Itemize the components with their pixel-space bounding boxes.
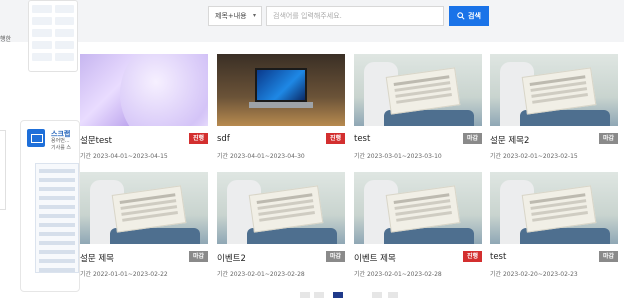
pagination-page-active[interactable]	[333, 292, 343, 298]
status-badge: 마감	[598, 133, 618, 144]
event-card[interactable]: sdf 진행 기간 2023-04-01~2023-04-30	[217, 54, 345, 172]
sidebar-edge	[0, 130, 6, 210]
card-period: 기간 2023-02-01~2023-02-28	[354, 271, 442, 278]
card-thumbnail[interactable]	[490, 172, 618, 244]
status-badge: 마감	[188, 251, 208, 262]
sidebar-calendar-widget	[28, 0, 78, 72]
card-period: 기간 2023-03-01~2023-03-10	[354, 153, 442, 160]
event-card[interactable]: test 마감 기간 2023-03-01~2023-03-10	[354, 54, 482, 172]
card-title[interactable]: 이벤트 제목	[354, 252, 396, 264]
pagination-prev[interactable]	[314, 292, 324, 298]
card-title[interactable]: test	[354, 134, 370, 144]
chevron-down-icon: ▾	[252, 12, 256, 19]
card-thumbnail[interactable]	[217, 54, 345, 126]
card-thumbnail[interactable]	[80, 172, 208, 244]
card-title[interactable]: 이벤트2	[217, 252, 246, 264]
card-thumbnail[interactable]	[490, 54, 618, 126]
card-period: 기간 2023-02-01~2023-02-15	[490, 153, 578, 160]
search-type-value: 제목+내용	[215, 12, 247, 20]
card-title[interactable]: 설문test	[80, 134, 112, 146]
search-button[interactable]: 검색	[449, 6, 489, 26]
card-title[interactable]: 설문 제목2	[490, 134, 529, 146]
card-period: 기간 2023-02-20~2023-02-23	[490, 271, 578, 278]
status-badge: 마감	[462, 133, 482, 144]
status-badge: 마감	[598, 251, 618, 262]
event-card[interactable]: test 마감 기간 2023-02-20~2023-02-23	[490, 172, 618, 290]
sidebar-scrap-sub-1: 용어번...	[51, 138, 70, 144]
card-title[interactable]: sdf	[217, 134, 230, 144]
search-input[interactable]	[266, 6, 444, 26]
pagination-next[interactable]	[372, 292, 382, 298]
status-badge: 진행	[462, 251, 482, 262]
status-badge: 진행	[325, 133, 345, 144]
sidebar-fragment-text: 행한	[0, 36, 12, 43]
search-button-label: 검색	[468, 13, 481, 20]
status-badge: 마감	[325, 251, 345, 262]
card-period: 기간 2022-01-01~2023-02-22	[80, 271, 168, 278]
status-badge: 진행	[188, 133, 208, 144]
sidebar-scrap-sub-2: 기사를 스	[51, 145, 71, 151]
search-icon	[457, 12, 465, 20]
card-thumbnail[interactable]	[354, 172, 482, 244]
sidebar-scrap-banner[interactable]: 스크랩 용어번... 기사를 스	[20, 120, 80, 292]
sidebar-scrap-preview	[35, 163, 79, 273]
event-card[interactable]: 이벤트2 마감 기간 2023-02-01~2023-02-28	[217, 172, 345, 290]
scrap-icon	[27, 129, 45, 147]
card-title[interactable]: test	[490, 252, 506, 262]
search-type-select[interactable]: 제목+내용 ▾	[208, 6, 262, 26]
card-thumbnail[interactable]	[354, 54, 482, 126]
card-thumbnail[interactable]	[217, 172, 345, 244]
card-thumbnail[interactable]	[80, 54, 208, 126]
card-period: 기간 2023-02-01~2023-02-28	[217, 271, 305, 278]
event-card[interactable]: 설문 제목 마감 기간 2022-01-01~2023-02-22	[80, 172, 208, 290]
pagination-first[interactable]	[300, 292, 310, 298]
event-card[interactable]: 이벤트 제목 진행 기간 2023-02-01~2023-02-28	[354, 172, 482, 290]
card-period: 기간 2023-04-01~2023-04-30	[217, 153, 305, 160]
event-card[interactable]: 설문 제목2 마감 기간 2023-02-01~2023-02-15	[490, 54, 618, 172]
pagination-last[interactable]	[388, 292, 398, 298]
card-period: 기간 2023-04-01~2023-04-15	[80, 153, 168, 160]
card-title[interactable]: 설문 제목	[80, 252, 114, 264]
event-card[interactable]: 설문test 진행 기간 2023-04-01~2023-04-15	[80, 54, 208, 172]
